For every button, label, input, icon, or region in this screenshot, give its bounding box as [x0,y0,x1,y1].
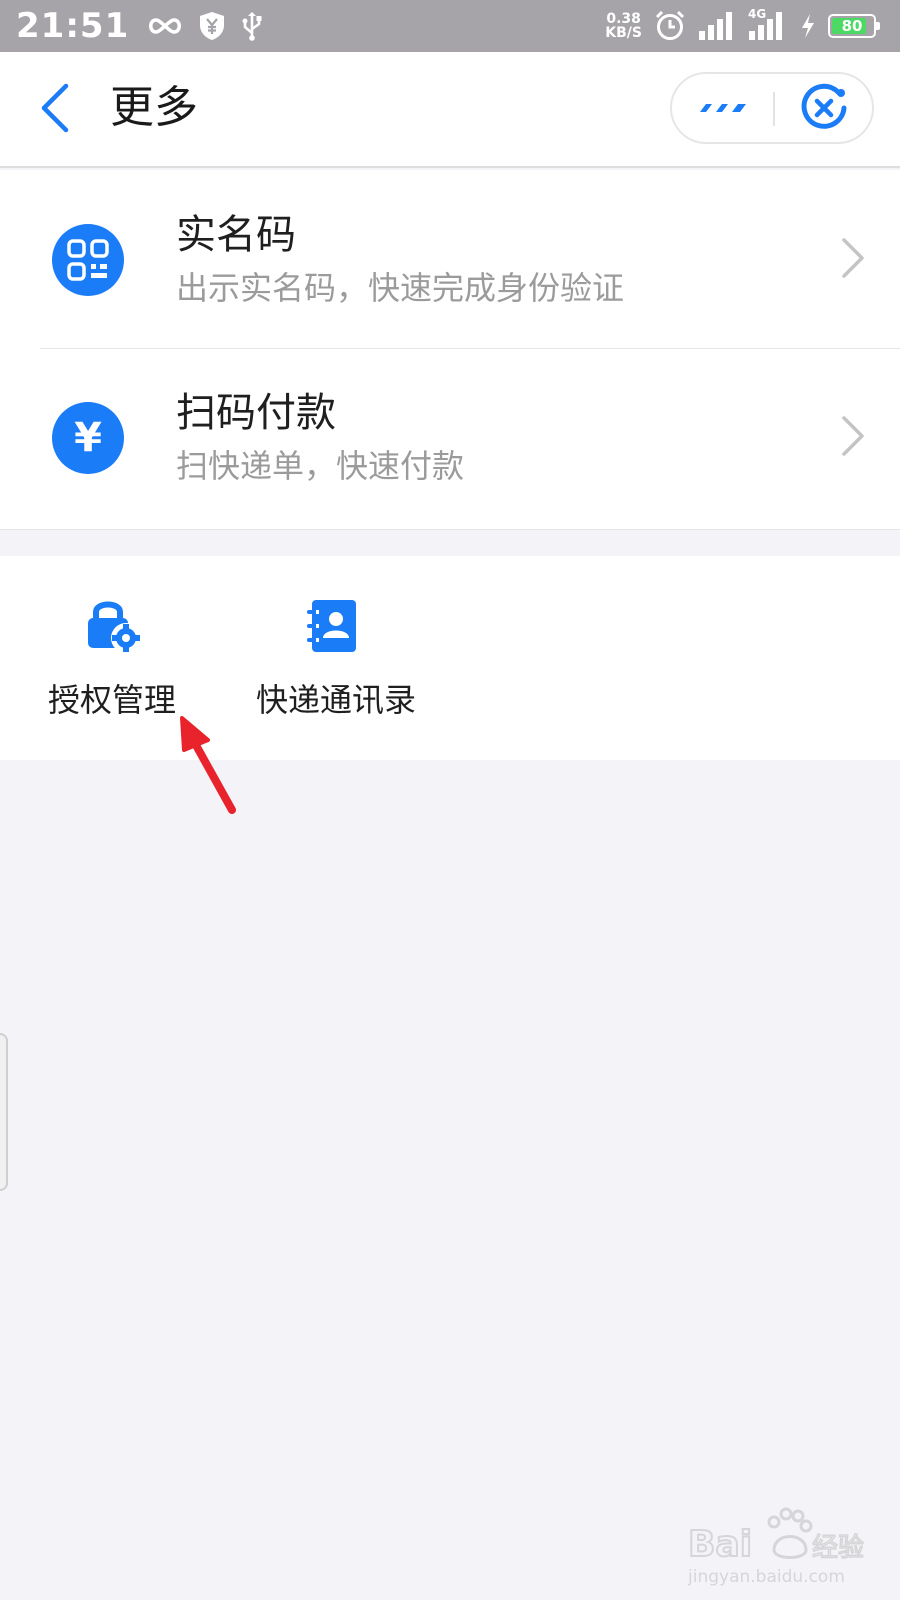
signal-4g-icon [749,12,782,40]
watermark-url: jingyan.baidu.com [688,1567,845,1587]
back-button[interactable] [36,80,76,136]
grid-item-express-contacts[interactable]: 快递通讯录 [248,556,428,760]
status-right: 0.38 KB/S 4G 80 [605,7,884,42]
signal-4g: 4G [748,7,788,41]
net-speed: 0.38 KB/S [605,12,642,40]
item-subtitle: 出示实名码，快速完成身份验证 [176,269,625,307]
mini-program-capsule [670,72,874,144]
chevron-left-icon [41,83,69,133]
lock-gear-icon [88,601,141,653]
battery-level: 80 [841,17,863,35]
close-button[interactable] [774,74,874,142]
annotation-arrow-icon [180,716,236,814]
watermark-logo: Bai 经验 jingyan.baidu.com [687,1507,865,1587]
status-left-icons [147,11,263,41]
grid-label: 快递通讯录 [256,681,417,719]
item-icon-badge [52,224,124,296]
alarm-icon [655,10,685,40]
item-title: 实名码 [176,212,296,258]
grid-item-authorization[interactable]: 授权管理 [40,556,190,760]
service-list: 实名码 出示实名码，快速完成身份验证 ¥ 扫码付款 扫快递单，快速付款 [0,170,900,530]
infinity-icon [149,18,182,34]
battery-icon: 80 [828,14,880,38]
qr-code-icon [67,239,109,281]
shield-yen-icon [200,12,225,40]
item-subtitle: 扫快递单，快速付款 [176,447,465,485]
yen-glyph: ¥ [74,415,102,461]
net-speed-value: 0.38 [606,11,641,27]
baidu-jingyan-watermark: Bai 经验 jingyan.baidu.com [687,1500,868,1590]
usb-icon [242,12,262,41]
chevron-right-icon [842,416,864,456]
more-dots-icon [700,104,746,112]
signal-icon [699,12,732,40]
target-close-icon [801,83,847,129]
list-item-scan-pay[interactable]: ¥ 扫码付款 扫快递单，快速付款 [0,348,900,526]
item-title: 扫码付款 [176,390,336,436]
grid-label: 授权管理 [48,681,177,719]
nav-bar: 更多 [0,52,900,168]
contacts-book-icon [307,600,356,652]
page-title: 更多 [110,82,198,133]
net-speed-unit: KB/S [605,25,642,41]
status-time: 21:51 [16,6,130,46]
chevron-right-icon [842,238,864,278]
watermark-suffix: 经验 [812,1533,864,1563]
more-button[interactable] [672,74,774,142]
tools-grid: 授权管理 快递通讯录 [0,556,900,760]
edge-drawer-handle[interactable] [0,1033,8,1191]
charging-icon [802,14,814,38]
status-bar: 21:51 0.38 KB/S 4G 80 [0,0,900,52]
watermark-brand: Bai [688,1524,752,1565]
yen-icon: ¥ [52,402,124,474]
list-item-real-name-code[interactable]: 实名码 出示实名码，快速完成身份验证 [0,170,900,349]
